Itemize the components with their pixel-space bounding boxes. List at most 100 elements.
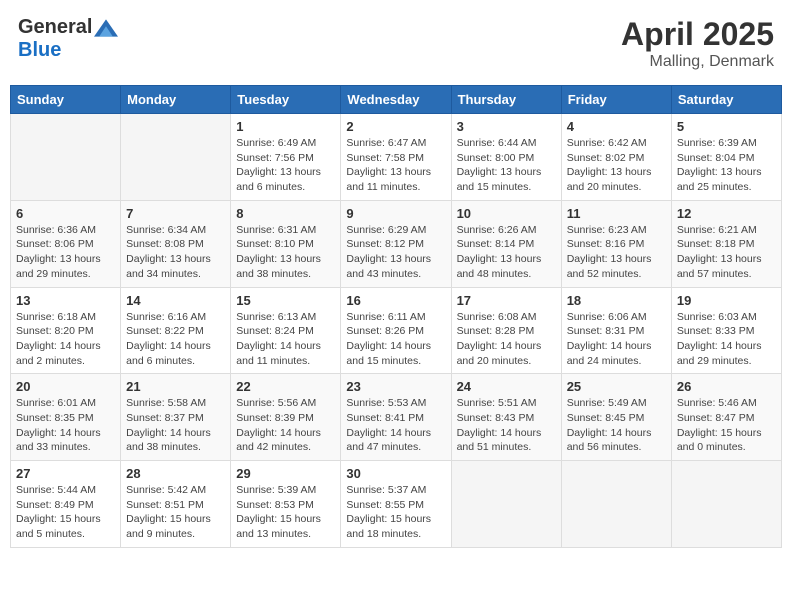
day-number: 10 — [457, 206, 556, 221]
day-number: 22 — [236, 379, 335, 394]
calendar-week-row: 27 Sunrise: 5:44 AM Sunset: 8:49 PM Dayli… — [11, 461, 782, 548]
day-info: Sunrise: 6:36 AM Sunset: 8:06 PM Dayligh… — [16, 223, 115, 282]
day-info: Sunrise: 6:42 AM Sunset: 8:02 PM Dayligh… — [567, 136, 666, 195]
day-info: Sunrise: 6:29 AM Sunset: 8:12 PM Dayligh… — [346, 223, 445, 282]
title-block: April 2025 Malling, Denmark — [621, 16, 774, 71]
calendar-cell: 15 Sunrise: 6:13 AM Sunset: 8:24 PM Dayli… — [231, 287, 341, 374]
calendar-cell: 8 Sunrise: 6:31 AM Sunset: 8:10 PM Daylig… — [231, 200, 341, 287]
day-number: 1 — [236, 119, 335, 134]
calendar-cell: 12Sunrise: 6:21 AM Sunset: 8:18 PM Dayli… — [671, 200, 781, 287]
day-info: Sunrise: 6:03 AM Sunset: 8:33 PM Dayligh… — [677, 310, 776, 369]
calendar-cell — [121, 114, 231, 201]
day-info: Sunrise: 5:44 AM Sunset: 8:49 PM Dayligh… — [16, 483, 115, 542]
column-header-wednesday: Wednesday — [341, 86, 451, 114]
calendar-cell: 24 Sunrise: 5:51 AM Sunset: 8:43 PM Dayli… — [451, 374, 561, 461]
day-info: Sunrise: 6:49 AM Sunset: 7:56 PM Dayligh… — [236, 136, 335, 195]
day-number: 4 — [567, 119, 666, 134]
calendar-cell: 11 Sunrise: 6:23 AM Sunset: 8:16 PM Dayli… — [561, 200, 671, 287]
column-header-friday: Friday — [561, 86, 671, 114]
calendar-cell: 7Sunrise: 6:34 AM Sunset: 8:08 PM Daylig… — [121, 200, 231, 287]
column-header-tuesday: Tuesday — [231, 86, 341, 114]
day-number: 26 — [677, 379, 776, 394]
calendar-cell: 27 Sunrise: 5:44 AM Sunset: 8:49 PM Dayli… — [11, 461, 121, 548]
day-info: Sunrise: 6:01 AM Sunset: 8:35 PM Dayligh… — [16, 396, 115, 455]
calendar-cell: 25 Sunrise: 5:49 AM Sunset: 8:45 PM Dayli… — [561, 374, 671, 461]
day-number: 24 — [457, 379, 556, 394]
column-header-sunday: Sunday — [11, 86, 121, 114]
day-number: 14 — [126, 293, 225, 308]
location-subtitle: Malling, Denmark — [621, 53, 774, 71]
day-number: 13 — [16, 293, 115, 308]
day-info: Sunrise: 6:39 AM Sunset: 8:04 PM Dayligh… — [677, 136, 776, 195]
logo-icon — [94, 19, 118, 37]
day-number: 15 — [236, 293, 335, 308]
day-number: 9 — [346, 206, 445, 221]
day-number: 3 — [457, 119, 556, 134]
column-header-monday: Monday — [121, 86, 231, 114]
day-info: Sunrise: 5:39 AM Sunset: 8:53 PM Dayligh… — [236, 483, 335, 542]
day-info: Sunrise: 5:58 AM Sunset: 8:37 PM Dayligh… — [126, 396, 225, 455]
calendar-cell: 26 Sunrise: 5:46 AM Sunset: 8:47 PM Dayli… — [671, 374, 781, 461]
calendar-cell: 23Sunrise: 5:53 AM Sunset: 8:41 PM Dayli… — [341, 374, 451, 461]
calendar-cell: 30 Sunrise: 5:37 AM Sunset: 8:55 PM Dayli… — [341, 461, 451, 548]
calendar-cell — [451, 461, 561, 548]
calendar-cell: 9 Sunrise: 6:29 AM Sunset: 8:12 PM Daylig… — [341, 200, 451, 287]
calendar-week-row: 13Sunrise: 6:18 AM Sunset: 8:20 PM Dayli… — [11, 287, 782, 374]
month-year-title: April 2025 — [621, 16, 774, 53]
day-number: 29 — [236, 466, 335, 481]
calendar-cell: 6 Sunrise: 6:36 AM Sunset: 8:06 PM Daylig… — [11, 200, 121, 287]
day-info: Sunrise: 6:08 AM Sunset: 8:28 PM Dayligh… — [457, 310, 556, 369]
calendar-week-row: 20Sunrise: 6:01 AM Sunset: 8:35 PM Dayli… — [11, 374, 782, 461]
day-number: 28 — [126, 466, 225, 481]
day-number: 2 — [346, 119, 445, 134]
day-info: Sunrise: 6:11 AM Sunset: 8:26 PM Dayligh… — [346, 310, 445, 369]
calendar-table: SundayMondayTuesdayWednesdayThursdayFrid… — [10, 85, 782, 548]
day-info: Sunrise: 6:16 AM Sunset: 8:22 PM Dayligh… — [126, 310, 225, 369]
day-info: Sunrise: 6:26 AM Sunset: 8:14 PM Dayligh… — [457, 223, 556, 282]
calendar-cell: 20Sunrise: 6:01 AM Sunset: 8:35 PM Dayli… — [11, 374, 121, 461]
calendar-week-row: 1 Sunrise: 6:49 AM Sunset: 7:56 PM Daylig… — [11, 114, 782, 201]
column-header-thursday: Thursday — [451, 86, 561, 114]
calendar-cell: 10 Sunrise: 6:26 AM Sunset: 8:14 PM Dayli… — [451, 200, 561, 287]
logo-blue-text: Blue — [18, 39, 61, 62]
day-info: Sunrise: 5:46 AM Sunset: 8:47 PM Dayligh… — [677, 396, 776, 455]
calendar-cell: 18 Sunrise: 6:06 AM Sunset: 8:31 PM Dayli… — [561, 287, 671, 374]
day-number: 21 — [126, 379, 225, 394]
calendar-cell: 16Sunrise: 6:11 AM Sunset: 8:26 PM Dayli… — [341, 287, 451, 374]
day-info: Sunrise: 5:49 AM Sunset: 8:45 PM Dayligh… — [567, 396, 666, 455]
calendar-cell: 22 Sunrise: 5:56 AM Sunset: 8:39 PM Dayli… — [231, 374, 341, 461]
calendar-cell: 2 Sunrise: 6:47 AM Sunset: 7:58 PM Daylig… — [341, 114, 451, 201]
calendar-cell: 5Sunrise: 6:39 AM Sunset: 8:04 PM Daylig… — [671, 114, 781, 201]
day-number: 12 — [677, 206, 776, 221]
day-info: Sunrise: 6:47 AM Sunset: 7:58 PM Dayligh… — [346, 136, 445, 195]
column-header-saturday: Saturday — [671, 86, 781, 114]
day-number: 6 — [16, 206, 115, 221]
day-info: Sunrise: 6:44 AM Sunset: 8:00 PM Dayligh… — [457, 136, 556, 195]
day-info: Sunrise: 6:06 AM Sunset: 8:31 PM Dayligh… — [567, 310, 666, 369]
calendar-cell: 17 Sunrise: 6:08 AM Sunset: 8:28 PM Dayli… — [451, 287, 561, 374]
calendar-cell: 4 Sunrise: 6:42 AM Sunset: 8:02 PM Daylig… — [561, 114, 671, 201]
day-number: 17 — [457, 293, 556, 308]
calendar-header-row: SundayMondayTuesdayWednesdayThursdayFrid… — [11, 86, 782, 114]
day-number: 7 — [126, 206, 225, 221]
day-number: 23 — [346, 379, 445, 394]
day-number: 27 — [16, 466, 115, 481]
day-info: Sunrise: 5:56 AM Sunset: 8:39 PM Dayligh… — [236, 396, 335, 455]
day-info: Sunrise: 5:51 AM Sunset: 8:43 PM Dayligh… — [457, 396, 556, 455]
day-number: 11 — [567, 206, 666, 221]
calendar-cell: 3 Sunrise: 6:44 AM Sunset: 8:00 PM Daylig… — [451, 114, 561, 201]
day-number: 30 — [346, 466, 445, 481]
day-info: Sunrise: 6:13 AM Sunset: 8:24 PM Dayligh… — [236, 310, 335, 369]
day-number: 8 — [236, 206, 335, 221]
calendar-cell: 21 Sunrise: 5:58 AM Sunset: 8:37 PM Dayli… — [121, 374, 231, 461]
day-number: 25 — [567, 379, 666, 394]
day-info: Sunrise: 6:31 AM Sunset: 8:10 PM Dayligh… — [236, 223, 335, 282]
day-number: 18 — [567, 293, 666, 308]
page-header: General Blue April 2025 Malling, Denmark — [10, 10, 782, 77]
logo-general-text: General — [18, 16, 92, 39]
logo: General Blue — [18, 16, 118, 62]
day-info: Sunrise: 5:37 AM Sunset: 8:55 PM Dayligh… — [346, 483, 445, 542]
calendar-cell: 19Sunrise: 6:03 AM Sunset: 8:33 PM Dayli… — [671, 287, 781, 374]
calendar-cell — [671, 461, 781, 548]
day-info: Sunrise: 6:23 AM Sunset: 8:16 PM Dayligh… — [567, 223, 666, 282]
